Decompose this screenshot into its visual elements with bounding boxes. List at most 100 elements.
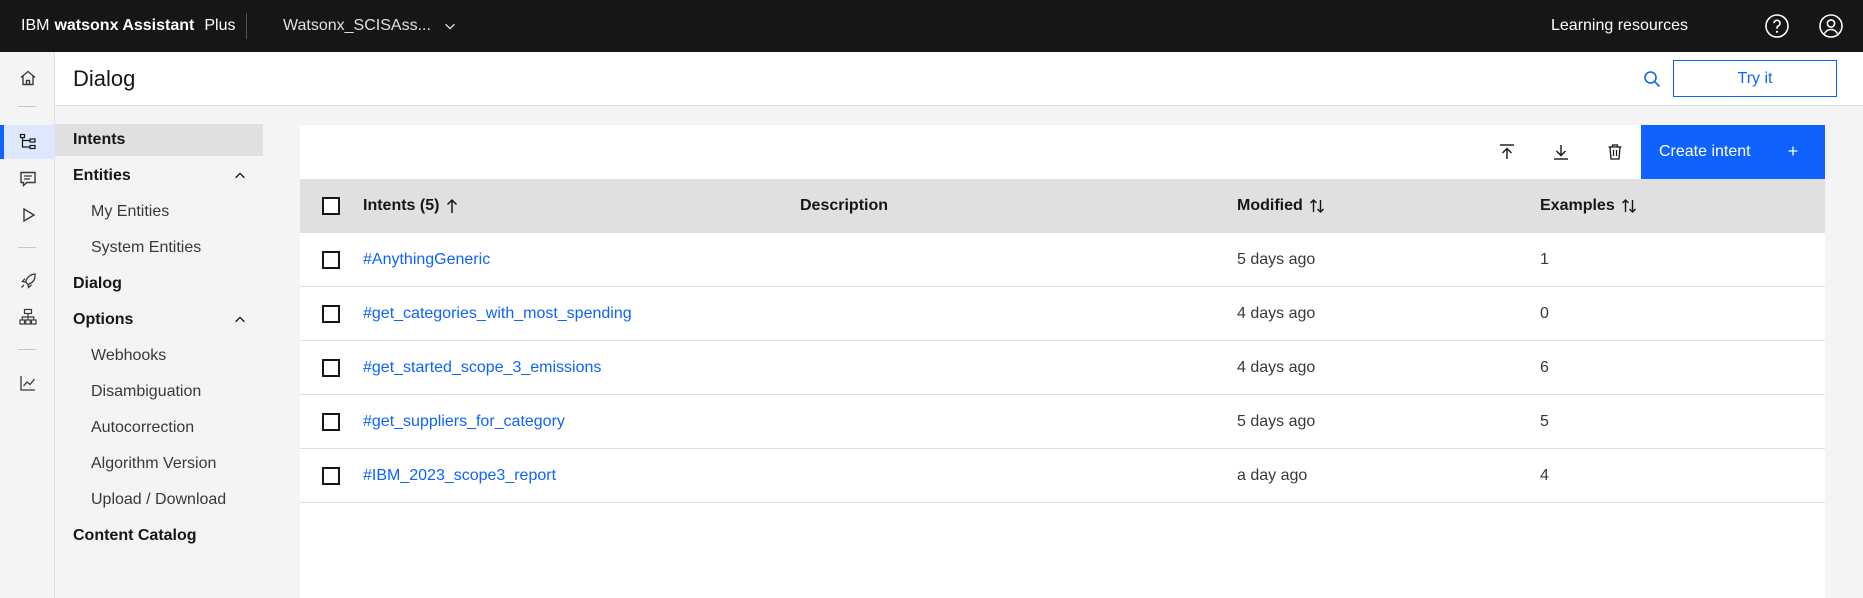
row-checkbox[interactable] bbox=[322, 413, 340, 431]
intent-examples-count: 5 bbox=[1540, 413, 1549, 430]
nav-label: Options bbox=[73, 311, 134, 328]
rail-separator bbox=[18, 349, 36, 350]
left-rail bbox=[0, 52, 55, 598]
column-header-intents[interactable]: Intents (5) bbox=[363, 179, 459, 233]
table-row[interactable]: #IBM_2023_scope3_report a day ago 4 bbox=[300, 449, 1825, 503]
nav-options[interactable]: Options bbox=[55, 304, 263, 336]
table-row[interactable]: #get_suppliers_for_category 5 days ago 5 bbox=[300, 395, 1825, 449]
nav-system-entities[interactable]: System Entities bbox=[55, 232, 263, 264]
upload-icon[interactable] bbox=[1491, 136, 1523, 168]
nav-algorithm-version[interactable]: Algorithm Version bbox=[55, 448, 263, 480]
trash-icon[interactable] bbox=[1599, 136, 1631, 168]
intent-name-link[interactable]: #AnythingGeneric bbox=[363, 233, 490, 287]
header-divider bbox=[246, 13, 247, 39]
intent-modified: 5 days ago bbox=[1237, 251, 1316, 268]
create-intent-button[interactable]: Create intent bbox=[1641, 125, 1825, 179]
rail-home[interactable] bbox=[0, 61, 55, 95]
row-checkbox[interactable] bbox=[322, 305, 340, 323]
nav-label: Webhooks bbox=[91, 347, 167, 364]
add-icon bbox=[1785, 143, 1801, 159]
page-title: Dialog bbox=[73, 66, 136, 91]
nav-dialog[interactable]: Dialog bbox=[55, 268, 263, 300]
rocket-icon bbox=[19, 272, 37, 290]
intent-modified: 4 days ago bbox=[1237, 305, 1316, 322]
row-checkbox[interactable] bbox=[322, 251, 340, 269]
nav-label: System Entities bbox=[91, 239, 202, 256]
sort-ascending-icon bbox=[445, 198, 459, 214]
try-it-button[interactable]: Try it bbox=[1673, 60, 1837, 97]
table-row[interactable]: #get_started_scope_3_emissions 4 days ag… bbox=[300, 341, 1825, 395]
assistant-selector[interactable]: Watsonx_SCISAss... bbox=[283, 0, 457, 52]
page-header: Dialog Try it bbox=[55, 52, 1863, 106]
home-icon bbox=[19, 69, 37, 87]
intents-table-card: Create intent Intents (5) Description Mo… bbox=[300, 125, 1825, 598]
assistant-name: Watsonx_SCISAss... bbox=[283, 17, 431, 34]
nav-label: Upload / Download bbox=[91, 491, 227, 508]
table-toolbar: Create intent bbox=[300, 125, 1825, 179]
nav-label: My Entities bbox=[91, 203, 170, 220]
product-brand[interactable]: IBM watsonx Assistant Plus bbox=[21, 0, 235, 52]
table-row[interactable]: #get_categories_with_most_spending 4 day… bbox=[300, 287, 1825, 341]
column-header-examples[interactable]: Examples bbox=[1540, 179, 1637, 233]
table-header-row: Intents (5) Description Modified Example… bbox=[300, 179, 1825, 233]
dialog-tree-icon bbox=[19, 133, 37, 151]
nav-webhooks[interactable]: Webhooks bbox=[55, 340, 263, 372]
nav-label: Disambiguation bbox=[91, 383, 202, 400]
rail-publish[interactable] bbox=[0, 264, 55, 298]
sort-arrows-icon bbox=[1309, 198, 1325, 214]
nav-disambiguation[interactable]: Disambiguation bbox=[55, 376, 263, 408]
nav-my-entities[interactable]: My Entities bbox=[55, 196, 263, 228]
rail-integrations[interactable] bbox=[0, 300, 55, 334]
brand-plan: Plus bbox=[204, 17, 236, 34]
intent-modified: a day ago bbox=[1237, 467, 1308, 484]
nav-label: Intents bbox=[73, 131, 126, 148]
intent-name-link[interactable]: #IBM_2023_scope3_report bbox=[363, 449, 556, 503]
table-row[interactable]: #AnythingGeneric 5 days ago 1 bbox=[300, 233, 1825, 287]
rail-analytics[interactable] bbox=[0, 366, 55, 400]
row-checkbox[interactable] bbox=[322, 359, 340, 377]
create-intent-label: Create intent bbox=[1659, 143, 1751, 160]
column-label: Modified bbox=[1237, 197, 1303, 214]
help-icon[interactable] bbox=[1763, 12, 1791, 40]
play-icon bbox=[19, 206, 37, 224]
brand-ibm: IBM bbox=[21, 17, 50, 34]
intent-name-link[interactable]: #get_suppliers_for_category bbox=[363, 395, 565, 449]
brand-product: watsonx Assistant bbox=[54, 17, 195, 34]
intent-name-link[interactable]: #get_categories_with_most_spending bbox=[363, 287, 632, 341]
select-all-checkbox[interactable] bbox=[322, 197, 340, 215]
nav-intents[interactable]: Intents bbox=[55, 124, 263, 156]
column-header-modified[interactable]: Modified bbox=[1237, 179, 1325, 233]
rail-try[interactable] bbox=[0, 198, 55, 232]
search-icon[interactable] bbox=[1639, 66, 1665, 92]
nav-entities[interactable]: Entities bbox=[55, 160, 263, 192]
chevron-down-icon bbox=[443, 19, 457, 33]
chat-preview-icon bbox=[19, 170, 37, 188]
chevron-up-icon bbox=[233, 169, 247, 183]
row-checkbox[interactable] bbox=[322, 467, 340, 485]
rail-separator bbox=[18, 106, 36, 107]
top-header: IBM watsonx Assistant Plus Watsonx_SCISA… bbox=[0, 0, 1863, 52]
download-icon[interactable] bbox=[1545, 136, 1577, 168]
rail-separator bbox=[18, 247, 36, 248]
intent-examples-count: 1 bbox=[1540, 251, 1549, 268]
learning-resources-link[interactable]: Learning resources bbox=[1551, 0, 1688, 52]
integrations-icon bbox=[18, 308, 37, 326]
nav-label: Autocorrection bbox=[91, 419, 195, 436]
sort-arrows-icon bbox=[1621, 198, 1637, 214]
rail-dialog[interactable] bbox=[0, 125, 55, 159]
rail-preview[interactable] bbox=[0, 162, 55, 196]
nav-upload-download[interactable]: Upload / Download bbox=[55, 484, 263, 516]
column-label: Intents (5) bbox=[363, 197, 440, 214]
nav-autocorrection[interactable]: Autocorrection bbox=[55, 412, 263, 444]
column-label: Examples bbox=[1540, 197, 1615, 214]
user-avatar-icon[interactable] bbox=[1817, 12, 1845, 40]
column-label: Description bbox=[800, 197, 889, 214]
intent-name-link[interactable]: #get_started_scope_3_emissions bbox=[363, 341, 601, 395]
nav-label: Algorithm Version bbox=[91, 455, 217, 472]
intent-examples-count: 4 bbox=[1540, 467, 1549, 484]
intent-modified: 4 days ago bbox=[1237, 359, 1316, 376]
nav-label: Dialog bbox=[73, 275, 122, 292]
column-header-description: Description bbox=[800, 179, 888, 233]
secondary-nav: Intents Entities My Entities System Enti… bbox=[55, 106, 300, 598]
nav-content-catalog[interactable]: Content Catalog bbox=[55, 520, 263, 552]
